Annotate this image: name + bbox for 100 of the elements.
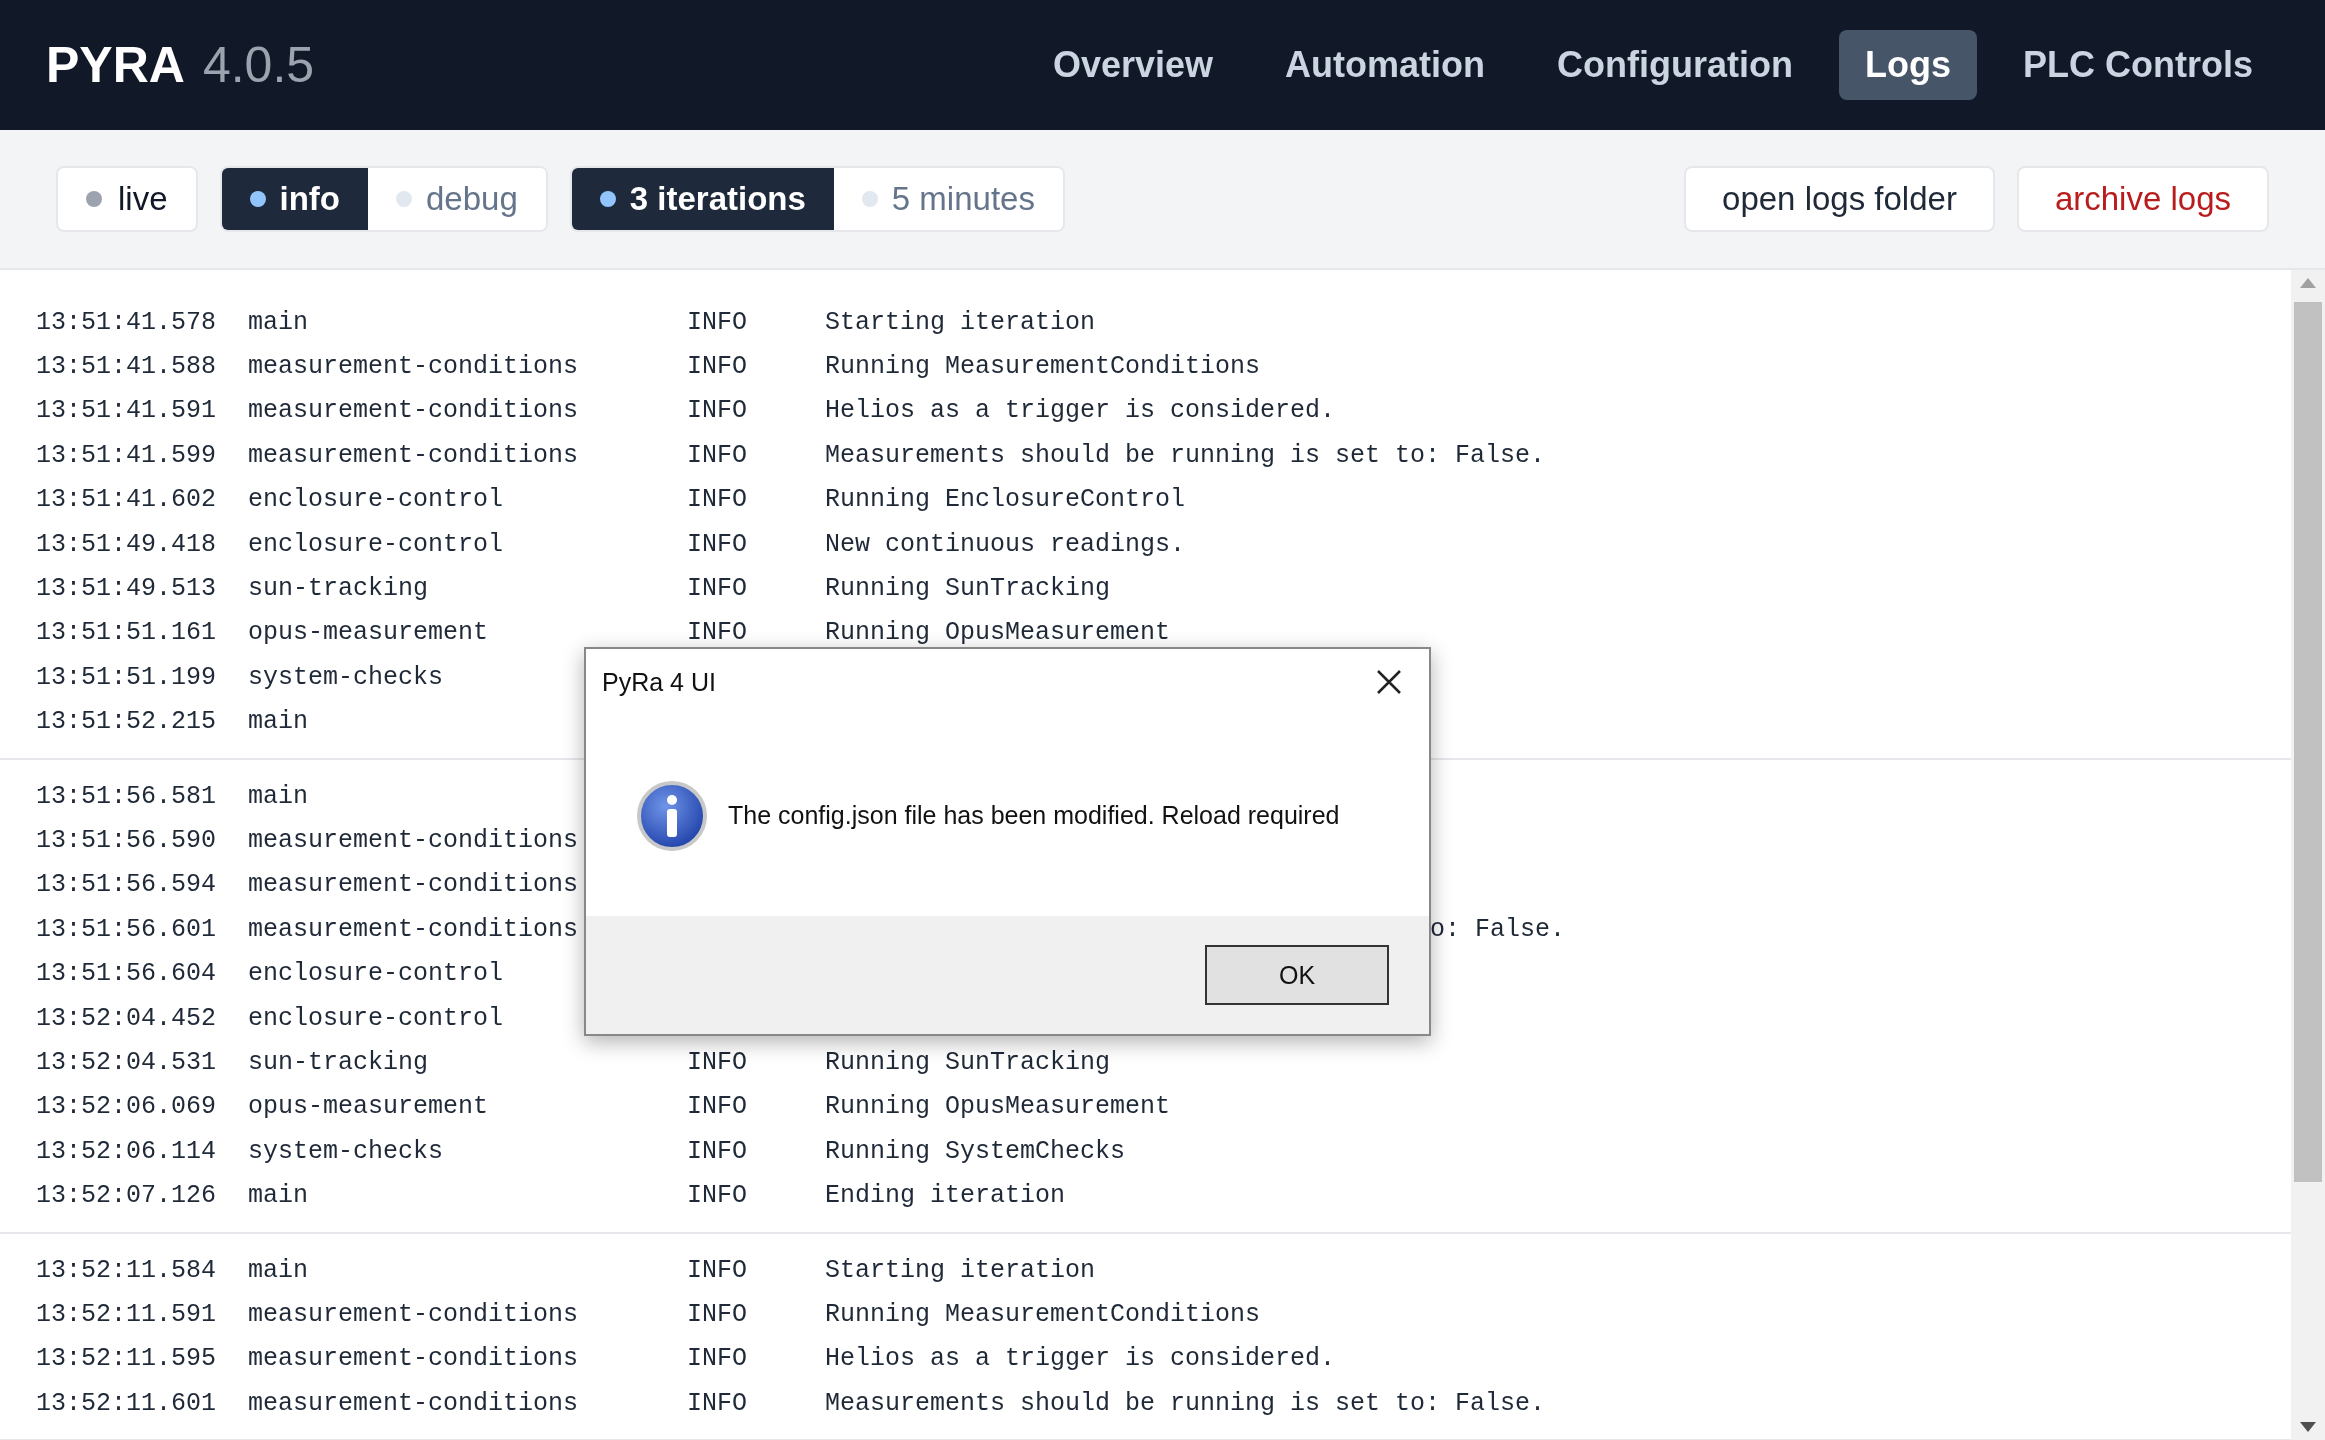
log-message: Running MeasurementConditions — [825, 352, 1262, 382]
dialog-title: PyRa 4 UI — [602, 667, 716, 697]
log-message: New continuous readings. — [825, 529, 1187, 559]
app-version: 4.0.5 — [202, 36, 315, 94]
log-level: INFO — [687, 1255, 748, 1285]
log-level: INFO — [687, 574, 748, 604]
log-level: INFO — [687, 307, 748, 337]
log-time: 13:52:04.452 — [36, 1003, 218, 1033]
archive-button[interactable]: archive logs — [2016, 166, 2269, 232]
log-time: 13:52:04.531 — [36, 1047, 218, 1077]
log-level: INFO — [687, 1092, 748, 1122]
log-level: INFO — [687, 440, 748, 470]
log-message: Running EnclosureControl — [825, 485, 1187, 515]
log-time: 13:51:56.594 — [36, 870, 218, 900]
log-level: INFO — [687, 352, 748, 382]
log-message: Helios as a trigger is considered. — [825, 396, 1337, 426]
log-level: INFO — [687, 485, 748, 515]
log-message: Ending iteration — [825, 1181, 1067, 1211]
log-time: 13:52:11.595 — [36, 1344, 218, 1374]
log-level: INFO — [687, 529, 748, 559]
nav-tab[interactable]: PLC Controls — [1997, 30, 2279, 100]
log-message: Running SunTracking — [825, 574, 1112, 604]
nav-tab[interactable]: Logs — [1839, 30, 1977, 100]
nav-tab[interactable]: Automation — [1259, 30, 1512, 100]
filter-option[interactable]: 3 iterations — [571, 168, 834, 230]
log-module: measurement-conditions — [248, 1299, 579, 1329]
log-message: Running OpusMeasurement — [825, 618, 1172, 648]
log-message: Running OpusMeasurement — [825, 1092, 1172, 1122]
log-level: INFO — [687, 1136, 748, 1166]
log-module: measurement-conditions — [248, 1344, 579, 1374]
log-module: measurement-conditions — [248, 826, 579, 855]
log-module: measurement-conditions — [248, 870, 579, 900]
log-module: opus-measurement — [248, 1092, 489, 1122]
filter-option[interactable]: info — [221, 168, 368, 230]
log-time: 13:51:56.581 — [36, 781, 218, 811]
close-icon — [1376, 669, 1402, 695]
folder-button[interactable]: open logs folder — [1684, 166, 1995, 232]
log-module: main — [248, 1181, 308, 1211]
log-level: INFO — [687, 1047, 748, 1077]
log-module: enclosure-control — [248, 959, 504, 989]
log-time: 13:52:11.584 — [36, 1255, 218, 1285]
log-module: sun-tracking — [248, 574, 429, 604]
log-level: INFO — [687, 1299, 748, 1329]
status-dot-icon — [396, 191, 412, 207]
log-time: 13:52:11.591 — [36, 1299, 218, 1329]
log-time: 13:51:56.601 — [36, 914, 218, 944]
log-time: 13:51:41.602 — [36, 485, 218, 515]
log-module: measurement-conditions — [248, 352, 579, 382]
log-message: Running MeasurementConditions — [825, 1299, 1262, 1329]
log-module: sun-tracking — [248, 1047, 429, 1077]
log-time: 13:51:51.161 — [36, 618, 218, 648]
status-dot-icon — [599, 191, 616, 207]
log-level: INFO — [687, 1181, 748, 1211]
log-module: opus-measurement — [248, 618, 489, 648]
log-level: INFO — [687, 618, 748, 648]
log-time: 13:52:06.114 — [36, 1136, 218, 1166]
scroll-down-icon[interactable] — [2300, 1422, 2316, 1432]
log-time: 13:51:49.513 — [36, 574, 218, 604]
log-time: 13:52:07.126 — [36, 1181, 218, 1211]
log-message: Helios as a trigger is considered. — [825, 1344, 1337, 1374]
live-toggle[interactable]: live — [56, 166, 198, 232]
log-time: 13:51:51.199 — [36, 662, 218, 692]
log-time: 13:51:41.578 — [36, 307, 218, 337]
log-time: 13:51:41.591 — [36, 396, 218, 426]
log-message: o: False. — [1430, 914, 1566, 944]
nav-tab[interactable]: Configuration — [1531, 30, 1819, 100]
log-message: Measurements should be running is set to: False. — [825, 440, 1547, 470]
log-time: 13:52:11.601 — [36, 1388, 218, 1418]
log-level: INFO — [687, 1344, 748, 1374]
log-module: system-checks — [248, 1136, 444, 1166]
status-dot-icon — [249, 191, 266, 207]
log-time: 13:52:06.069 — [36, 1092, 218, 1122]
log-level: INFO — [687, 396, 748, 426]
status-dot-icon — [861, 191, 878, 207]
ok-button[interactable]: OK — [1205, 945, 1389, 1005]
log-module: enclosure-control — [248, 485, 504, 515]
log-module: main — [248, 781, 308, 811]
log-module: measurement-conditions — [248, 396, 579, 426]
log-module: main — [248, 1255, 308, 1285]
log-message: Starting iteration — [825, 307, 1097, 337]
log-time: 13:51:41.588 — [36, 352, 218, 382]
log-module: main — [248, 707, 308, 737]
info-icon — [636, 779, 708, 852]
status-dot-icon — [86, 191, 102, 207]
log-level: INFO — [687, 1388, 748, 1418]
log-time: 13:51:41.599 — [36, 440, 218, 470]
log-module: enclosure-control — [248, 1003, 504, 1033]
log-time: 13:51:49.418 — [36, 529, 218, 559]
log-message: Measurements should be running is set to: False. — [825, 1388, 1547, 1418]
log-time: 13:51:56.604 — [36, 959, 218, 989]
log-time: 13:51:52.215 — [36, 707, 218, 737]
log-message: Starting iteration — [825, 1255, 1097, 1285]
log-module: main — [248, 307, 308, 337]
scroll-thumb[interactable] — [2294, 302, 2322, 1182]
log-time: 13:51:56.590 — [36, 826, 218, 855]
dialog-message: The config.json file has been modified. Reload required — [728, 801, 1340, 830]
nav-tab[interactable]: Overview — [1026, 30, 1240, 100]
log-module: system-checks — [248, 662, 444, 692]
log-message: Running SystemChecks — [825, 1136, 1127, 1166]
app-name: PYRA — [46, 36, 185, 94]
